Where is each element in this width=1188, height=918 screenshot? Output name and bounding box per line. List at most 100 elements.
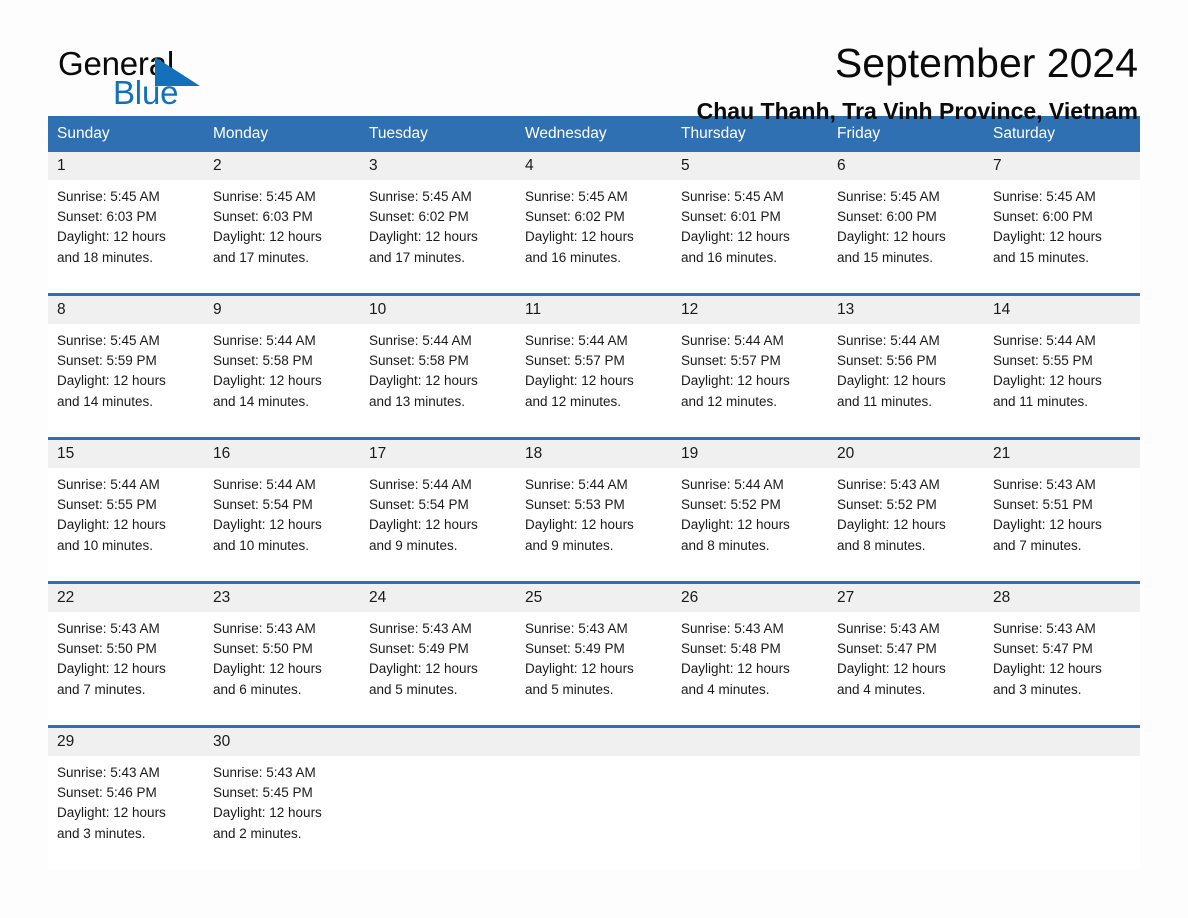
sunrise-text: Sunrise: 5:43 AM <box>837 477 940 492</box>
day-cell: Sunrise: 5:44 AM Sunset: 5:56 PM Dayligh… <box>828 324 984 439</box>
day-number[interactable]: 12 <box>672 293 828 324</box>
day-number[interactable]: 23 <box>204 581 360 612</box>
day-number[interactable]: 8 <box>48 293 204 324</box>
day-number[interactable]: 22 <box>48 581 204 612</box>
day-number[interactable]: 11 <box>516 293 672 324</box>
sunset-text: Sunset: 5:47 PM <box>993 641 1093 657</box>
day-number[interactable]: 20 <box>828 437 984 468</box>
day-number[interactable]: 14 <box>984 293 1140 324</box>
day-cell: Sunrise: 5:45 AM Sunset: 6:00 PM Dayligh… <box>984 180 1140 295</box>
daylight-text-line2: and 12 minutes. <box>681 393 778 409</box>
day-number[interactable]: 17 <box>360 437 516 468</box>
sunrise-text: Sunrise: 5:45 AM <box>681 189 784 204</box>
day-number-row: 8 9 10 11 12 13 14 <box>48 293 1140 324</box>
day-number[interactable]: 13 <box>828 293 984 324</box>
day-number[interactable]: 29 <box>48 725 204 756</box>
sunrise-sunset-calendar: Sunday Monday Tuesday Wednesday Thursday… <box>48 116 1140 869</box>
day-cell: Sunrise: 5:43 AM Sunset: 5:45 PM Dayligh… <box>204 756 360 869</box>
sunset-text: Sunset: 5:49 PM <box>525 641 625 657</box>
day-number[interactable]: 18 <box>516 437 672 468</box>
sunset-text: Sunset: 6:02 PM <box>369 209 469 225</box>
daylight-text-line1: Daylight: 12 hours <box>525 517 634 533</box>
day-number-row: 22 23 24 25 26 27 28 <box>48 581 1140 612</box>
sunrise-text: Sunrise: 5:45 AM <box>993 189 1096 204</box>
sunset-text: Sunset: 5:59 PM <box>57 353 157 369</box>
day-number[interactable]: 28 <box>984 581 1140 612</box>
day-number[interactable]: 21 <box>984 437 1140 468</box>
daylight-text-line1: Daylight: 12 hours <box>369 373 478 389</box>
sunrise-text: Sunrise: 5:45 AM <box>213 189 316 204</box>
daylight-text-line1: Daylight: 12 hours <box>993 373 1102 389</box>
daylight-text-line1: Daylight: 12 hours <box>57 229 166 245</box>
day-number[interactable]: 10 <box>360 293 516 324</box>
daylight-text-line2: and 11 minutes. <box>993 393 1089 409</box>
day-number-row: 1 2 3 4 5 6 7 <box>48 152 1140 180</box>
daylight-text-line2: and 4 minutes. <box>837 681 926 697</box>
day-cell-empty <box>516 756 672 869</box>
sunrise-text: Sunrise: 5:44 AM <box>525 477 628 492</box>
day-cell: Sunrise: 5:44 AM Sunset: 5:58 PM Dayligh… <box>360 324 516 439</box>
daylight-text-line1: Daylight: 12 hours <box>369 229 478 245</box>
sunset-text: Sunset: 5:46 PM <box>57 785 157 801</box>
sunrise-text: Sunrise: 5:45 AM <box>57 333 160 348</box>
daylight-text-line1: Daylight: 12 hours <box>525 373 634 389</box>
day-number[interactable]: 5 <box>672 152 828 180</box>
daylight-text-line2: and 16 minutes. <box>681 249 778 265</box>
day-number-empty <box>672 725 828 756</box>
day-number[interactable]: 27 <box>828 581 984 612</box>
day-cell: Sunrise: 5:45 AM Sunset: 6:03 PM Dayligh… <box>204 180 360 295</box>
sunset-text: Sunset: 6:01 PM <box>681 209 781 225</box>
daylight-text-line2: and 15 minutes. <box>837 249 934 265</box>
sunset-text: Sunset: 5:47 PM <box>837 641 937 657</box>
daylight-text-line1: Daylight: 12 hours <box>213 373 322 389</box>
day-cell: Sunrise: 5:44 AM Sunset: 5:58 PM Dayligh… <box>204 324 360 439</box>
daylight-text-line1: Daylight: 12 hours <box>837 373 946 389</box>
daylight-text-line2: and 8 minutes. <box>681 537 770 553</box>
day-cell: Sunrise: 5:44 AM Sunset: 5:55 PM Dayligh… <box>48 468 204 583</box>
daylight-text-line2: and 10 minutes. <box>57 537 154 553</box>
day-number[interactable]: 4 <box>516 152 672 180</box>
weekday-header-monday: Monday <box>204 116 360 152</box>
day-number[interactable]: 30 <box>204 725 360 756</box>
title-block: September 2024 Chau Thanh, Tra Vinh Prov… <box>418 38 1138 126</box>
logo-text-blue: Blue <box>113 74 179 111</box>
sunset-text: Sunset: 5:57 PM <box>525 353 625 369</box>
day-number[interactable]: 19 <box>672 437 828 468</box>
general-blue-logo[interactable]: General Blue <box>58 47 258 113</box>
sunrise-text: Sunrise: 5:45 AM <box>837 189 940 204</box>
sunset-text: Sunset: 5:55 PM <box>57 497 157 513</box>
day-cell: Sunrise: 5:43 AM Sunset: 5:49 PM Dayligh… <box>360 612 516 727</box>
daylight-text-line1: Daylight: 12 hours <box>369 661 478 677</box>
day-number[interactable]: 9 <box>204 293 360 324</box>
day-cell-empty <box>828 756 984 869</box>
sunrise-text: Sunrise: 5:44 AM <box>369 333 472 348</box>
daylight-text-line2: and 11 minutes. <box>837 393 933 409</box>
page-title: September 2024 <box>834 40 1138 86</box>
daylight-text-line1: Daylight: 12 hours <box>837 517 946 533</box>
day-number[interactable]: 6 <box>828 152 984 180</box>
daylight-text-line1: Daylight: 12 hours <box>57 373 166 389</box>
sunrise-text: Sunrise: 5:43 AM <box>213 765 316 780</box>
sunrise-text: Sunrise: 5:44 AM <box>213 333 316 348</box>
day-number[interactable]: 3 <box>360 152 516 180</box>
sunrise-text: Sunrise: 5:45 AM <box>525 189 628 204</box>
day-number[interactable]: 2 <box>204 152 360 180</box>
day-number[interactable]: 26 <box>672 581 828 612</box>
day-number[interactable]: 24 <box>360 581 516 612</box>
daylight-text-line2: and 14 minutes. <box>213 393 310 409</box>
day-number[interactable]: 16 <box>204 437 360 468</box>
daylight-text-line2: and 17 minutes. <box>213 249 310 265</box>
sunset-text: Sunset: 5:52 PM <box>837 497 937 513</box>
sunrise-text: Sunrise: 5:45 AM <box>57 189 160 204</box>
sunrise-text: Sunrise: 5:44 AM <box>681 333 784 348</box>
day-detail-row: Sunrise: 5:45 AM Sunset: 5:59 PM Dayligh… <box>48 324 1140 439</box>
day-number[interactable]: 15 <box>48 437 204 468</box>
day-number[interactable]: 25 <box>516 581 672 612</box>
day-number[interactable]: 1 <box>48 152 204 180</box>
day-number[interactable]: 7 <box>984 152 1140 180</box>
sunrise-text: Sunrise: 5:43 AM <box>57 621 160 636</box>
daylight-text-line2: and 18 minutes. <box>57 249 154 265</box>
weekday-header-sunday: Sunday <box>48 116 204 152</box>
calendar-week: 15 16 17 18 19 20 21 Sunrise: 5:44 AM Su… <box>48 437 1140 583</box>
daylight-text-line1: Daylight: 12 hours <box>213 805 322 821</box>
